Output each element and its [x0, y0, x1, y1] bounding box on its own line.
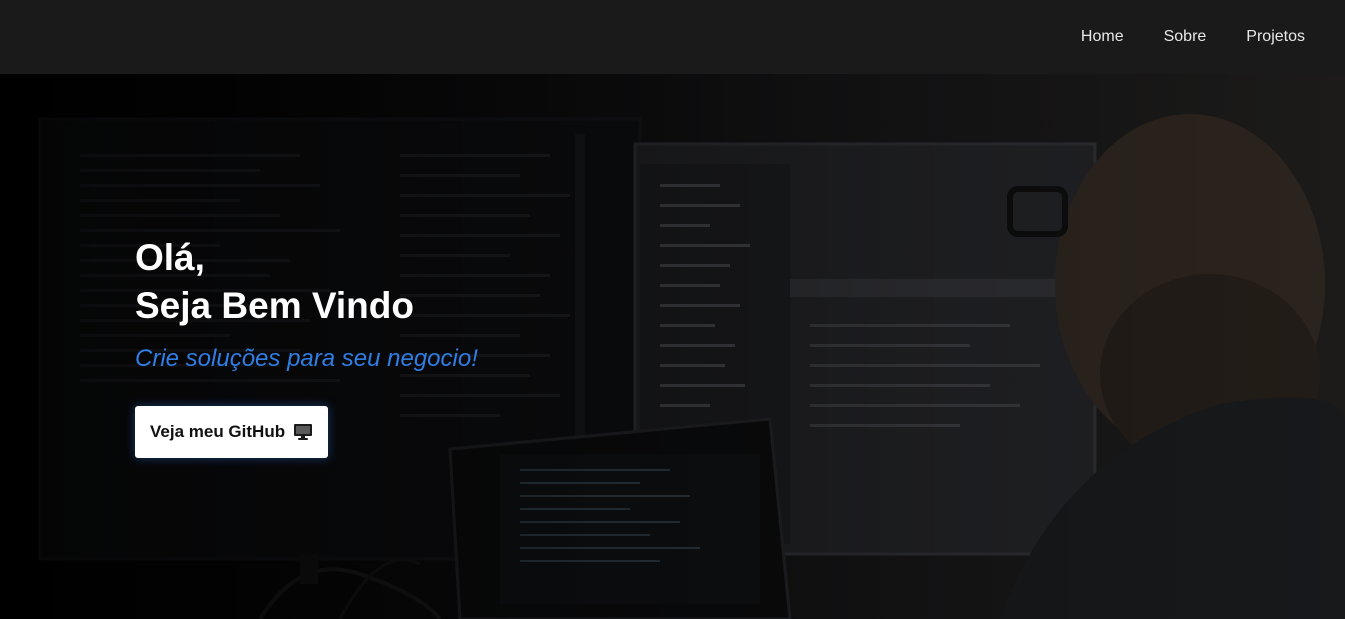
desktop-monitor-icon — [294, 424, 313, 440]
github-button-label: Veja meu GitHub — [150, 422, 286, 441]
nav-links: Home Sobre Projetos — [1081, 0, 1305, 74]
hero-section: Olá, Seja Bem Vindo Crie soluções para s… — [0, 74, 1345, 619]
hero-subtitle: Crie soluções para seu negocio! — [135, 345, 478, 372]
hero-title-line1: Olá, — [135, 237, 205, 278]
nav-link-home[interactable]: Home — [1081, 28, 1124, 46]
nav-link-sobre[interactable]: Sobre — [1164, 28, 1207, 46]
hero-title-line2: Seja Bem Vindo — [135, 285, 414, 326]
nav-link-projetos[interactable]: Projetos — [1246, 28, 1305, 46]
hero-title: Olá, Seja Bem Vindo — [135, 234, 478, 330]
hero-content: Olá, Seja Bem Vindo Crie soluções para s… — [135, 234, 478, 458]
github-button[interactable]: Veja meu GitHub — [135, 406, 329, 458]
navbar: Home Sobre Projetos — [0, 0, 1345, 74]
